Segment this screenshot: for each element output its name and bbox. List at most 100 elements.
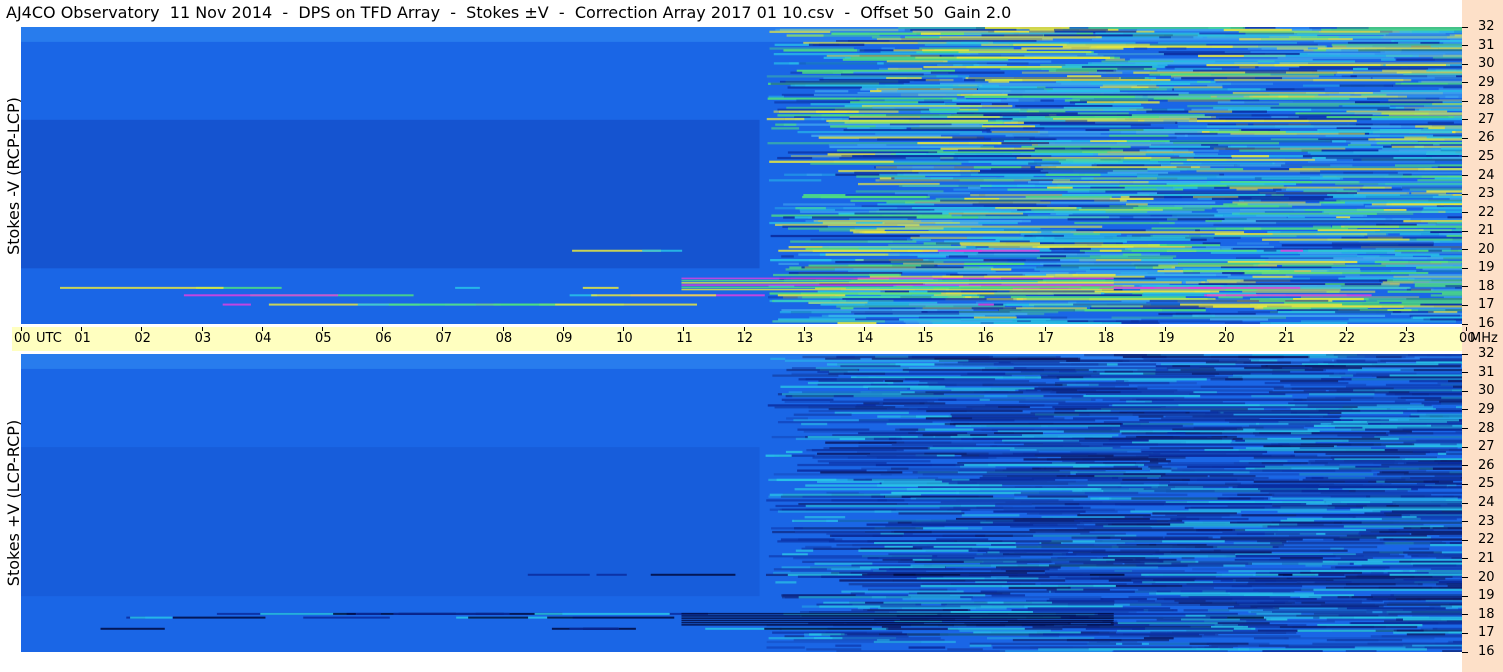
interference-line bbox=[130, 616, 173, 619]
top-freq-tick-label: 21 bbox=[1478, 223, 1495, 239]
top-freq-tick-mark bbox=[1462, 82, 1468, 84]
active-streak bbox=[772, 374, 839, 377]
interference-line bbox=[527, 573, 590, 576]
top-freq-tick-label: 17 bbox=[1478, 297, 1495, 313]
active-streak bbox=[969, 644, 992, 647]
active-streak bbox=[1052, 181, 1149, 184]
bottom-freq-tick-label: 30 bbox=[1478, 383, 1495, 399]
active-streak bbox=[1074, 221, 1175, 225]
interference-line bbox=[1180, 303, 1343, 306]
active-streak bbox=[1266, 88, 1295, 91]
active-streak bbox=[1448, 448, 1462, 452]
top-freq-tick-label: 31 bbox=[1478, 37, 1495, 53]
active-streak bbox=[1335, 638, 1403, 642]
hour-tick-label: 09 bbox=[555, 331, 573, 346]
hour-tick-label: 22 bbox=[1338, 331, 1356, 346]
active-streak bbox=[1381, 517, 1457, 521]
bottom-freq-tick-label: 32 bbox=[1478, 346, 1495, 361]
active-streak bbox=[1122, 642, 1142, 645]
quiet-region bbox=[21, 447, 760, 597]
interference-line bbox=[1099, 286, 1222, 289]
active-streak bbox=[1417, 409, 1462, 413]
burst-line bbox=[681, 288, 1114, 291]
active-streak bbox=[766, 646, 805, 649]
active-streak bbox=[1242, 290, 1376, 293]
active-streak bbox=[797, 463, 956, 467]
active-streak bbox=[766, 117, 805, 121]
active-streak bbox=[1222, 493, 1270, 496]
interference-line bbox=[778, 249, 938, 252]
bottom-freq-tick-label: 17 bbox=[1478, 625, 1495, 641]
mhz-label: MHz bbox=[1470, 331, 1498, 346]
active-streak bbox=[859, 231, 1042, 234]
top-freq-tick-mark bbox=[1462, 193, 1468, 195]
interference-line bbox=[100, 627, 165, 630]
interference-line bbox=[393, 612, 510, 615]
active-streak bbox=[906, 488, 1102, 491]
active-streak bbox=[884, 495, 902, 498]
active-streak bbox=[1279, 625, 1418, 629]
active-streak bbox=[1178, 125, 1314, 128]
top-freq-tick-mark bbox=[1462, 212, 1468, 214]
active-streak bbox=[1408, 354, 1462, 357]
active-streak bbox=[934, 363, 1107, 366]
active-streak bbox=[1176, 517, 1249, 521]
interference-line bbox=[1389, 573, 1462, 576]
active-streak bbox=[1262, 650, 1323, 652]
hour-tick-label: 02 bbox=[134, 331, 151, 346]
active-streak bbox=[1439, 534, 1462, 537]
active-streak bbox=[950, 419, 1096, 422]
interference-line bbox=[777, 294, 846, 297]
active-streak bbox=[1129, 603, 1240, 606]
bottom-freq-tick-label: 19 bbox=[1478, 588, 1495, 604]
hour-tick-label: 10 bbox=[616, 331, 633, 346]
bottom-freq-tick-mark bbox=[1462, 595, 1468, 597]
active-streak bbox=[969, 642, 1117, 645]
hour-tick-label: 18 bbox=[1097, 331, 1115, 346]
active-streak bbox=[836, 650, 1006, 652]
active-streak bbox=[793, 557, 879, 560]
active-streak bbox=[773, 62, 799, 65]
active-streak bbox=[1396, 58, 1462, 61]
active-streak bbox=[1186, 158, 1315, 162]
quiet-region bbox=[21, 119, 760, 269]
burst-line bbox=[681, 277, 1114, 280]
bottom-freq-tick-label: 28 bbox=[1478, 420, 1495, 436]
active-streak bbox=[1021, 47, 1124, 50]
active-streak bbox=[774, 43, 813, 46]
active-streak bbox=[1023, 458, 1166, 461]
hour-tick-label: 14 bbox=[856, 331, 874, 346]
active-streak bbox=[794, 216, 813, 219]
interference-line bbox=[303, 616, 390, 619]
top-freq-tick-label: 19 bbox=[1478, 260, 1495, 276]
interference-line bbox=[333, 612, 356, 615]
interference-line bbox=[60, 286, 224, 289]
active-streak bbox=[1255, 220, 1422, 223]
active-streak bbox=[1408, 547, 1430, 550]
active-streak bbox=[770, 234, 920, 238]
active-streak bbox=[961, 514, 1020, 517]
active-streak bbox=[964, 262, 1025, 265]
bottom-freq-tick-mark bbox=[1462, 390, 1468, 392]
interference-line bbox=[183, 294, 339, 297]
active-streak bbox=[799, 62, 878, 65]
hour-tick-label: 23 bbox=[1398, 331, 1416, 346]
active-streak bbox=[1237, 242, 1269, 245]
top-freq-tick-label: 27 bbox=[1478, 111, 1495, 127]
top-freq-tick-mark bbox=[1462, 45, 1468, 47]
active-streak bbox=[1045, 173, 1101, 176]
top-spectrogram-svg bbox=[21, 27, 1462, 324]
active-streak bbox=[993, 322, 1122, 324]
active-streak bbox=[1131, 497, 1251, 500]
active-streak bbox=[1306, 398, 1406, 401]
active-streak bbox=[1016, 545, 1214, 549]
active-streak bbox=[898, 512, 965, 515]
active-streak bbox=[783, 49, 858, 52]
active-streak bbox=[1430, 543, 1462, 547]
active-streak bbox=[781, 255, 794, 258]
bottom-freq-tick-mark bbox=[1462, 632, 1468, 634]
burst-line bbox=[681, 619, 1114, 622]
active-streak bbox=[902, 597, 972, 601]
figure-title: AJ4CO Observatory 11 Nov 2014 - DPS on T… bbox=[6, 3, 1012, 22]
active-streak bbox=[1446, 452, 1462, 455]
